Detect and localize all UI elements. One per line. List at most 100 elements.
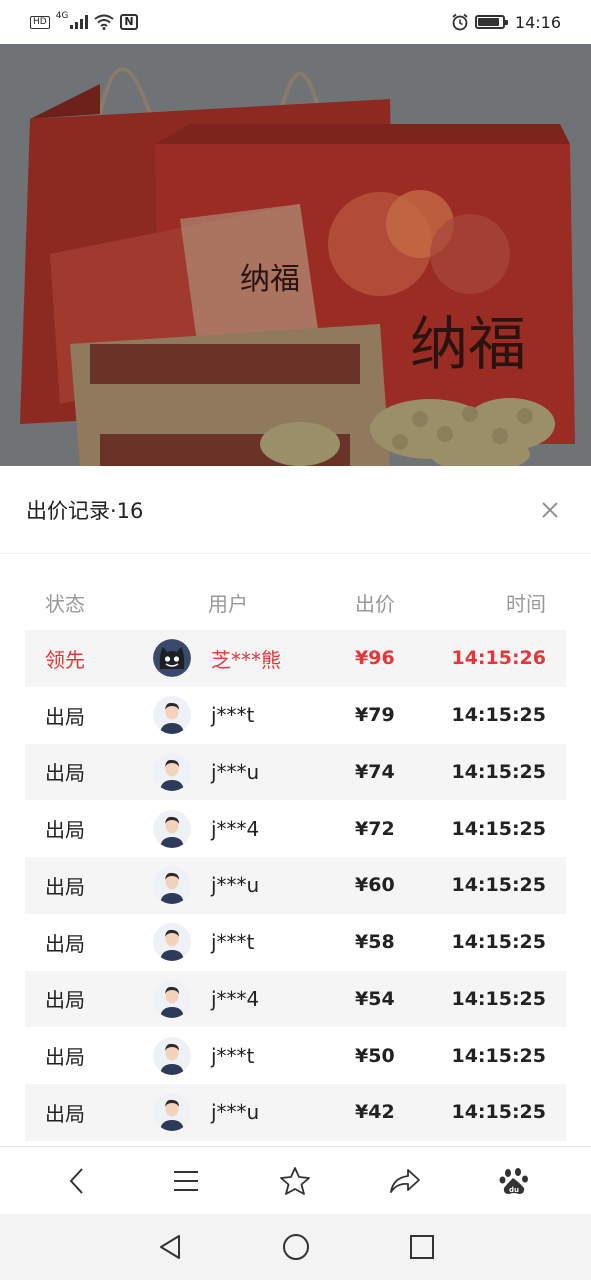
network-type-icon: 4G	[55, 11, 69, 21]
system-recents-button[interactable]	[402, 1227, 442, 1267]
header-time: 时间	[506, 591, 546, 616]
row-user: j***u	[151, 866, 325, 905]
row-username: j***u	[211, 873, 260, 898]
row-bid: ¥72	[355, 817, 395, 840]
svg-text:du: du	[509, 1186, 519, 1194]
gift-box-illustration: 纳福 纳福	[0, 44, 591, 466]
row-status: 出局	[45, 931, 85, 956]
recents-icon	[409, 1235, 434, 1259]
baidu-paw-icon: du	[499, 1167, 529, 1194]
row-time: 14:15:25	[451, 874, 546, 897]
row-time: 14:15:25	[451, 1044, 546, 1067]
table-row: 领先 芝***熊 ¥96 14:15:26	[25, 630, 566, 687]
row-status: 出局	[45, 874, 85, 899]
lid-text: 纳福	[240, 262, 300, 297]
header-status: 状态	[45, 591, 85, 616]
share-icon	[389, 1168, 420, 1193]
row-status: 出局	[45, 1045, 85, 1070]
menu-button[interactable]	[162, 1157, 210, 1205]
row-time: 14:15:25	[451, 760, 546, 783]
sheet-header: 出价记录·16	[0, 466, 591, 554]
alarm-icon	[452, 13, 468, 31]
close-button[interactable]	[535, 495, 565, 525]
nav-back-icon	[159, 1235, 180, 1259]
row-username: 芝***熊	[211, 647, 281, 672]
row-user: j***t	[151, 923, 325, 962]
avatar[interactable]	[153, 923, 191, 962]
table-row: 出局 j***u ¥42 14:15:25	[25, 1084, 566, 1141]
favorite-button[interactable]	[271, 1157, 319, 1205]
avatar[interactable]	[153, 979, 191, 1018]
row-bid: ¥96	[355, 647, 395, 670]
row-username: j***t	[211, 703, 255, 728]
close-icon	[542, 501, 558, 518]
table-header: 状态 用户 出价 时间	[25, 574, 566, 630]
table-row: 出局 j***t ¥50 14:15:25	[25, 1027, 566, 1084]
row-time: 14:15:25	[451, 1101, 546, 1124]
product-image[interactable]: 纳福 纳福	[0, 44, 591, 466]
row-time: 14:15:25	[451, 817, 546, 840]
baidu-button[interactable]: du	[490, 1157, 538, 1205]
default-user-avatar-icon	[153, 752, 191, 791]
system-navigation-bar	[0, 1214, 591, 1280]
table-row: 出局 j***t ¥58 14:15:25	[25, 914, 566, 971]
brand-text: 纳福	[410, 310, 526, 378]
screen: HD 4G N 14:16 纳福 纳福 出价记录·16 状态 用户 出价 时间 …	[0, 0, 591, 1280]
clock: 14:16	[514, 12, 561, 32]
row-time: 14:15:25	[451, 704, 546, 727]
status-bar: HD 4G N 14:16	[0, 0, 591, 44]
row-user: j***u	[151, 752, 325, 791]
row-time: 14:15:25	[451, 931, 546, 954]
avatar[interactable]	[153, 809, 191, 848]
avatar[interactable]	[153, 1093, 191, 1132]
row-bid: ¥42	[355, 1101, 395, 1124]
row-status: 领先	[45, 647, 85, 672]
row-bid: ¥60	[355, 874, 395, 897]
default-user-avatar-icon	[153, 923, 191, 962]
header-user: 用户	[208, 591, 248, 616]
back-icon	[69, 1167, 83, 1194]
row-bid: ¥54	[355, 987, 395, 1010]
dark-cat-avatar-icon	[153, 639, 191, 678]
row-user: j***4	[151, 979, 325, 1018]
browser-toolbar: du	[0, 1146, 591, 1214]
row-status: 出局	[45, 704, 85, 729]
default-user-avatar-icon	[153, 809, 191, 848]
default-user-avatar-icon	[153, 1093, 191, 1132]
row-status: 出局	[45, 988, 85, 1013]
back-button[interactable]	[53, 1157, 101, 1205]
avatar[interactable]	[153, 639, 191, 678]
avatar[interactable]	[153, 752, 191, 791]
menu-icon	[174, 1170, 199, 1191]
bid-rows: 领先 芝***熊 ¥96 14:15:26 出局 j***t ¥79 14:15:25 出局 j*…	[25, 630, 566, 1141]
system-back-button[interactable]	[150, 1227, 190, 1267]
row-status: 出局	[45, 1101, 85, 1126]
table-row: 出局 j***t ¥79 14:15:25	[25, 687, 566, 744]
row-username: j***u	[211, 759, 260, 784]
row-user: j***4	[151, 809, 325, 848]
signal-icon	[70, 15, 89, 29]
wifi-icon	[94, 14, 115, 30]
row-bid: ¥74	[355, 760, 395, 783]
avatar[interactable]	[153, 1036, 191, 1075]
row-bid: ¥79	[355, 704, 395, 727]
row-user: 芝***熊	[151, 639, 325, 678]
avatar[interactable]	[153, 696, 191, 735]
row-username: j***t	[211, 930, 255, 955]
home-icon	[282, 1234, 309, 1260]
star-icon	[280, 1166, 311, 1195]
avatar[interactable]	[153, 866, 191, 905]
sheet-title: 出价记录·16	[26, 498, 144, 523]
table-row: 出局 j***u ¥74 14:15:25	[25, 743, 566, 801]
row-bid: ¥50	[355, 1044, 395, 1067]
default-user-avatar-icon	[153, 1036, 191, 1075]
system-home-button[interactable]	[276, 1227, 316, 1267]
row-user: j***t	[151, 696, 325, 735]
default-user-avatar-icon	[153, 979, 191, 1018]
battery-icon	[474, 15, 508, 29]
table-row: 出局 j***4 ¥72 14:15:25	[25, 800, 566, 857]
row-bid: ¥58	[355, 931, 395, 954]
row-time: 14:15:25	[451, 987, 546, 1010]
share-button[interactable]	[381, 1157, 429, 1205]
nfc-icon: N	[120, 14, 138, 30]
